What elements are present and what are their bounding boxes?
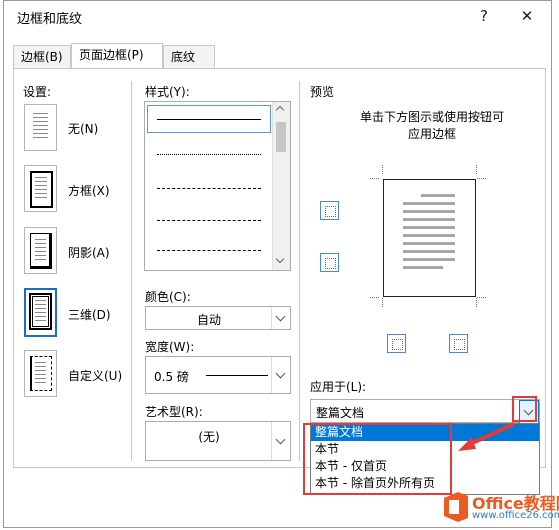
- art-dropdown-button[interactable]: [271, 422, 290, 460]
- corner-mark: [382, 298, 384, 307]
- chevron-down-icon: [275, 434, 286, 445]
- width-select[interactable]: 0.5 磅: [145, 356, 291, 394]
- close-button[interactable]: ✕: [513, 3, 541, 29]
- chevron-down-icon: [275, 311, 286, 322]
- tab-borders[interactable]: 边框(B): [13, 45, 71, 68]
- bottom-border-button[interactable]: [320, 253, 339, 272]
- scroll-down-icon[interactable]: [275, 254, 285, 264]
- line-style-scrollbar[interactable]: [272, 102, 290, 270]
- corner-mark: [370, 178, 379, 180]
- art-value: (无): [198, 430, 220, 444]
- chevron-down-icon: [275, 368, 286, 379]
- preview-text-line: [403, 202, 455, 205]
- line-style-dotted[interactable]: [157, 154, 261, 155]
- width-label: 宽度(W):: [145, 340, 195, 354]
- preview-text-line: [403, 226, 455, 229]
- line-style-list[interactable]: [144, 101, 291, 271]
- preview-text-line: [403, 266, 443, 269]
- apply-to-value: 整篇文档: [316, 406, 365, 420]
- preview-text-line: [403, 210, 455, 213]
- color-dropdown-button[interactable]: [271, 307, 290, 329]
- tab-page-border[interactable]: 页面边框(P): [71, 43, 163, 68]
- help-button[interactable]: ?: [470, 3, 498, 29]
- corner-mark: [477, 178, 486, 180]
- preview-text-line: [403, 234, 455, 237]
- setting-3d-icon[interactable]: [24, 288, 57, 337]
- preview-text-line: [403, 242, 455, 245]
- line-style-solid[interactable]: [157, 119, 261, 120]
- annotation-arrow-icon: [458, 422, 515, 451]
- setting-heading: 设置:: [23, 85, 52, 99]
- corner-mark: [382, 165, 384, 174]
- color-label: 颜色(C):: [145, 290, 191, 304]
- corner-mark: [476, 165, 478, 174]
- right-border-button[interactable]: [449, 334, 468, 353]
- preview-hint-line2: 应用边框: [407, 127, 456, 141]
- preview-text-line: [403, 250, 455, 253]
- top-border-button[interactable]: [320, 201, 339, 220]
- art-select[interactable]: (无): [145, 421, 291, 461]
- color-select[interactable]: 自动: [145, 306, 291, 330]
- setting-none-icon[interactable]: [24, 104, 57, 151]
- watermark-url: www.office26.com: [472, 510, 559, 521]
- setting-box-icon[interactable]: [24, 165, 57, 212]
- setting-box-label[interactable]: 方框(X): [68, 182, 110, 199]
- highlight-options: [303, 423, 452, 495]
- width-value: 0.5 磅: [154, 370, 189, 384]
- setting-custom-label[interactable]: 自定义(U): [68, 367, 122, 384]
- preview-divider: [299, 81, 300, 461]
- scroll-up-icon[interactable]: [275, 105, 285, 115]
- preview-text-line: [403, 258, 455, 261]
- tab-shading[interactable]: 底纹(S): [163, 45, 215, 86]
- line-style-dashed-short[interactable]: [157, 188, 261, 189]
- setting-none-label[interactable]: 无(N): [68, 120, 98, 137]
- color-value: 自动: [196, 313, 221, 327]
- preview-heading: 预览: [310, 85, 335, 99]
- style-heading: 样式(Y):: [145, 85, 190, 99]
- setting-custom-icon[interactable]: [24, 350, 57, 397]
- column-divider: [131, 81, 132, 461]
- setting-3d-label[interactable]: 三维(D): [68, 306, 111, 323]
- setting-shadow-label[interactable]: 阴影(A): [68, 244, 110, 261]
- scroll-thumb[interactable]: [276, 122, 286, 152]
- corner-mark: [476, 298, 478, 307]
- line-style-dashed[interactable]: [157, 220, 261, 221]
- line-style-dash-dot[interactable]: [157, 250, 261, 251]
- apply-to-label: 应用于(L):: [310, 380, 367, 394]
- corner-mark: [477, 297, 486, 299]
- preview-hint-line1: 单击下方图示或使用按钮可: [359, 110, 504, 124]
- preview-text-line: [421, 194, 455, 197]
- dialog-title: 边框和底纹: [17, 12, 83, 27]
- width-dropdown-button[interactable]: [271, 357, 290, 393]
- art-label: 艺术型(R):: [145, 405, 203, 419]
- corner-mark: [370, 297, 379, 299]
- preview-page[interactable]: [383, 179, 476, 297]
- preview-text-line: [403, 218, 455, 221]
- watermark: Office教程网 www.office26.com: [440, 488, 559, 528]
- width-line-preview: [206, 375, 268, 376]
- setting-shadow-icon[interactable]: [24, 227, 57, 274]
- left-border-button[interactable]: [387, 334, 406, 353]
- office-logo-icon: [444, 492, 468, 522]
